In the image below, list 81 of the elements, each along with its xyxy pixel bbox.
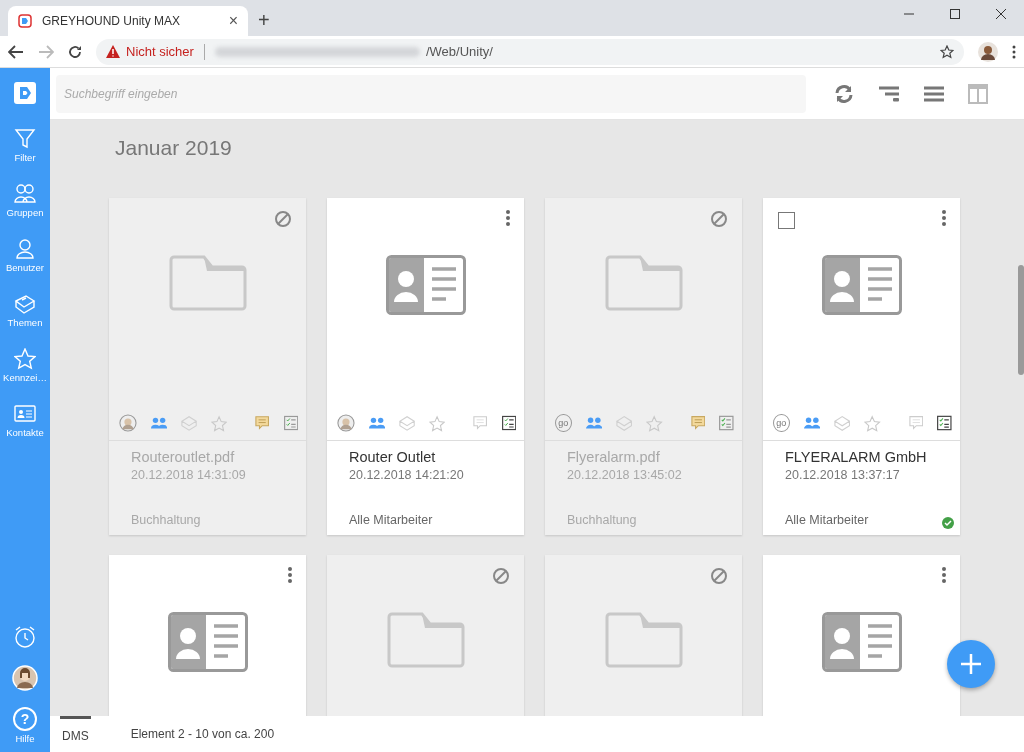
alarm-clock-icon[interactable] bbox=[13, 625, 37, 649]
contact-card-icon bbox=[821, 255, 902, 315]
back-icon[interactable] bbox=[8, 44, 24, 59]
card-date: 20.12.2018 13:37:17 bbox=[785, 468, 901, 482]
blocked-icon bbox=[274, 210, 292, 228]
status-text: Element 2 - 10 von ca. 200 bbox=[130, 727, 275, 741]
more-icon[interactable] bbox=[942, 567, 946, 583]
checklist-icon[interactable] bbox=[937, 415, 952, 431]
comment-icon[interactable] bbox=[908, 415, 924, 431]
contact-card-icon bbox=[14, 403, 36, 425]
sidebar-item[interactable]: Gruppen bbox=[0, 183, 50, 218]
card-date: 20.12.2018 13:45:02 bbox=[567, 468, 683, 482]
tab-title: GREYHOUND Unity MAX bbox=[42, 14, 182, 28]
scrollbar[interactable] bbox=[1018, 265, 1024, 375]
more-icon[interactable] bbox=[288, 567, 292, 583]
avatar bbox=[337, 413, 355, 433]
profile-avatar[interactable] bbox=[978, 41, 998, 62]
user-icon bbox=[14, 238, 36, 260]
close-tab-button[interactable]: × bbox=[228, 12, 238, 30]
refresh-icon[interactable] bbox=[834, 83, 854, 104]
plus-icon bbox=[961, 654, 981, 674]
card-title: Routeroutlet.pdf bbox=[131, 449, 236, 465]
status-tab[interactable]: DMS bbox=[60, 716, 91, 752]
card-group: Buchhaltung bbox=[131, 513, 292, 527]
star-icon[interactable] bbox=[940, 44, 954, 59]
people-icon[interactable] bbox=[803, 416, 820, 430]
list-view-icon[interactable] bbox=[924, 85, 944, 102]
sidebar-item[interactable]: Kennzei… bbox=[0, 348, 50, 383]
blocked-icon bbox=[710, 210, 728, 228]
people-icon bbox=[14, 183, 36, 205]
sidebar-item[interactable]: Themen bbox=[0, 293, 50, 328]
browser-tab[interactable]: GREYHOUND Unity MAX × bbox=[8, 6, 248, 36]
sidebar-item[interactable]: Filter bbox=[0, 128, 50, 163]
blocked-icon bbox=[492, 567, 510, 585]
card-date: 20.12.2018 14:31:09 bbox=[131, 468, 247, 482]
contact-card[interactable]: go FLYERALARM GmbH 20.12.2018 13:37:17 Alle Mitarbeiter bbox=[763, 198, 960, 535]
warning-icon bbox=[106, 45, 120, 58]
address-bar[interactable]: Nicht sicher /Web/Unity/ bbox=[96, 38, 964, 65]
comment-icon[interactable] bbox=[473, 415, 488, 431]
card-group: Buchhaltung bbox=[567, 513, 728, 527]
split-view-icon[interactable] bbox=[968, 83, 988, 104]
more-icon[interactable] bbox=[506, 210, 510, 226]
url-text: /Web/Unity/ bbox=[425, 44, 494, 59]
sidebar-item[interactable]: Benutzer bbox=[0, 238, 50, 273]
folder-icon bbox=[385, 612, 466, 668]
maximize-icon[interactable] bbox=[949, 9, 961, 19]
folder-icon bbox=[167, 255, 248, 311]
contact-card-icon bbox=[821, 612, 902, 672]
card-group: Alle Mitarbeiter bbox=[349, 513, 510, 527]
contact-card-icon bbox=[167, 612, 248, 672]
card-title: FLYERALARM GmbH bbox=[785, 449, 928, 465]
card-title: Flyeralarm.pdf bbox=[567, 449, 661, 465]
reload-icon[interactable] bbox=[68, 44, 82, 59]
filter-icon bbox=[14, 128, 36, 150]
app-logo-icon[interactable] bbox=[14, 82, 36, 104]
sidebar-item[interactable]: Kontakte bbox=[0, 403, 50, 438]
search-field[interactable]: Suchbegriff eingeben bbox=[56, 74, 806, 113]
folder-icon bbox=[603, 612, 684, 668]
card-group: Alle Mitarbeiter bbox=[785, 513, 946, 527]
people-icon[interactable] bbox=[368, 416, 386, 430]
avatar bbox=[119, 413, 137, 433]
contact-card-icon bbox=[385, 255, 466, 315]
folder-icon bbox=[603, 255, 684, 311]
security-label: Nicht sicher bbox=[126, 44, 194, 59]
contact-card[interactable]: Router Outlet 20.12.2018 14:21:20 Alle Mitarbeiter bbox=[327, 198, 524, 535]
blocked-icon bbox=[710, 567, 728, 585]
help-button[interactable]: ? Hilfe bbox=[0, 707, 50, 744]
card-title: Router Outlet bbox=[349, 449, 437, 465]
card-date: 20.12.2018 14:21:20 bbox=[349, 468, 465, 482]
forward-icon[interactable] bbox=[38, 44, 54, 59]
section-heading: Januar 2019 bbox=[115, 136, 233, 160]
user-avatar[interactable] bbox=[12, 665, 38, 691]
menu-icon[interactable] bbox=[1012, 44, 1016, 59]
sort-icon[interactable] bbox=[878, 85, 900, 102]
checkbox[interactable] bbox=[778, 212, 795, 229]
close-icon[interactable] bbox=[995, 9, 1007, 19]
app-logo-icon bbox=[18, 14, 32, 28]
more-icon[interactable] bbox=[942, 210, 946, 226]
checklist-icon[interactable] bbox=[501, 415, 516, 431]
new-tab-button[interactable]: + bbox=[258, 8, 270, 32]
star-icon bbox=[14, 348, 36, 370]
